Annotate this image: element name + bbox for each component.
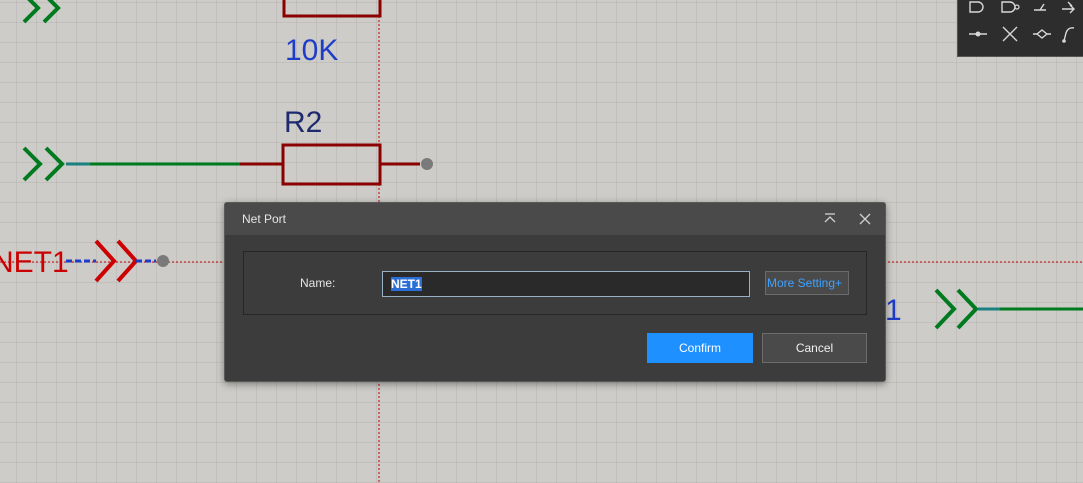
gate-shape-icon[interactable] xyxy=(998,0,1022,19)
gate-shape-icon[interactable] xyxy=(966,0,990,19)
dialog-title-bar[interactable]: Net Port xyxy=(225,203,885,235)
more-setting-button[interactable]: More Setting+ xyxy=(765,271,849,295)
net-port-top-left[interactable] xyxy=(22,0,61,24)
dialog-title: Net Port xyxy=(242,212,287,226)
net-label-right[interactable]: 1 xyxy=(885,294,902,327)
net-port-r2[interactable] xyxy=(22,146,65,182)
pin-dot[interactable] xyxy=(157,255,169,267)
net-port-dialog: Net Port Name: More Setting+ Confirm Can… xyxy=(224,202,886,382)
confirm-button[interactable]: Confirm xyxy=(647,333,753,363)
net-port-selected-symbol[interactable] xyxy=(94,239,139,283)
wire-draw-icon[interactable] xyxy=(1058,22,1082,46)
close-icon[interactable] xyxy=(857,211,873,227)
name-label: Name: xyxy=(300,276,336,290)
junction-icon[interactable] xyxy=(1030,0,1054,19)
tool-palette xyxy=(957,0,1083,57)
pin-dot[interactable] xyxy=(421,158,433,170)
net-port-right[interactable] xyxy=(934,288,979,330)
collapse-icon[interactable] xyxy=(822,211,838,227)
arrow-icon[interactable] xyxy=(1058,0,1082,19)
cancel-button[interactable]: Cancel xyxy=(762,333,867,363)
wire-junction-icon[interactable] xyxy=(966,22,990,46)
no-connect-icon[interactable] xyxy=(998,22,1022,46)
resistor-designator[interactable]: R2 xyxy=(284,106,322,139)
name-input[interactable] xyxy=(382,271,750,297)
name-field-group: Name: More Setting+ xyxy=(243,251,867,315)
resistor-r1[interactable] xyxy=(282,0,433,18)
resistor-r2[interactable] xyxy=(281,143,382,186)
net-port-label-selected[interactable]: NET1 xyxy=(0,246,69,279)
resistor-value-label[interactable]: 10K xyxy=(285,34,338,67)
bus-entry-icon[interactable] xyxy=(1030,22,1054,46)
